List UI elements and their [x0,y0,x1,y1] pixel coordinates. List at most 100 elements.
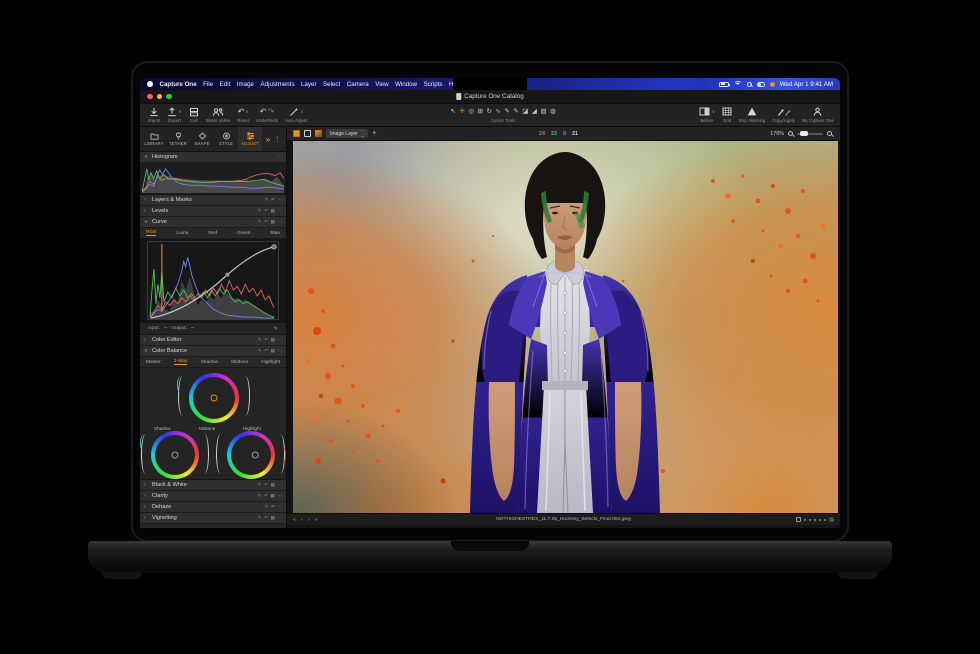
reset-button[interactable]: ↶∨ Reset [237,105,248,125]
edit-icon[interactable]: ✎ [258,482,262,488]
minimize-window-button[interactable] [157,94,163,100]
cb-tab-master[interactable]: Master [146,360,161,365]
add-layer-button[interactable]: + [372,130,376,137]
more-icon[interactable]: ⋯ [277,482,282,488]
curve-tab-blue[interactable]: Blue [270,231,280,236]
panel-header-color-balance[interactable]: ∨ Color Balance ✎ ↶ ▦ ⋯ [140,346,286,357]
reset-adjustment-icon[interactable]: ↶ [271,197,275,203]
last-image-icon[interactable]: » [315,517,318,523]
import-button[interactable]: Import [148,105,160,125]
more-icon[interactable]: ⋯ [277,154,282,160]
curve-graph[interactable] [140,239,286,323]
shadow-saturation-slider[interactable] [141,434,150,474]
edit-icon[interactable]: ✎ [258,348,262,354]
clone-tool[interactable]: ◪ [522,107,528,116]
shadow-color-wheel[interactable] [151,431,199,479]
curve-tab-green[interactable]: Green [237,231,250,236]
curve-tab-luma[interactable]: Luma [176,231,188,236]
more-icon[interactable]: ⋯ [277,348,282,354]
midtone-lightness-slider[interactable] [241,376,250,416]
next-image-icon[interactable]: › [308,517,310,523]
panel-header-clarity[interactable]: › Clarity ✎ ↶ ▦ ⋯ [140,491,286,502]
highlight-color-wheel[interactable] [227,431,275,479]
highlight-lightness-slider[interactable] [276,434,285,474]
rating-dot-1[interactable] [804,519,806,521]
reset-adjustment-icon[interactable]: ↶ [271,504,275,510]
reset-adjustment-icon[interactable]: ↶ [264,515,268,521]
edit-icon[interactable]: ✎ [258,208,262,214]
more-icon[interactable]: ⋯ [277,208,282,214]
battery-icon[interactable] [719,82,729,87]
rating-dot-4[interactable] [819,519,821,521]
menu-view[interactable]: View [375,81,388,88]
heal-tool[interactable]: ✎ [513,107,518,116]
radial-mask-tool[interactable]: ◍ [550,107,556,116]
zoom-slider-handle[interactable] [800,131,808,136]
prev-image-icon[interactable]: ‹ [301,517,303,523]
cb-tab-highlight[interactable]: Highlight [261,360,280,365]
auto-adjust-button[interactable]: ∨ Auto Adjust [285,105,307,125]
more-icon[interactable]: ⋯ [277,219,282,225]
rotate-tool[interactable]: ↻ [486,107,491,116]
curve-picker-icon[interactable]: ✎ [274,326,278,332]
gradient-mask-tool[interactable]: ▨ [540,107,546,116]
menu-select[interactable]: Select [323,81,340,88]
hand-tool[interactable]: ✛ [459,107,464,116]
preset-icon[interactable]: ▦ [271,337,275,343]
first-image-icon[interactable]: « [293,517,296,523]
panel-header-black-white[interactable]: › Black & White ✎ ↶ ▦ ⋯ [140,480,286,491]
edit-icon[interactable]: ✎ [258,515,262,521]
midtone-color-wheel[interactable] [189,373,239,423]
menu-edit[interactable]: Edit [220,81,231,88]
mask-grid-icon[interactable] [293,130,300,137]
edit-icon[interactable]: ✎ [258,337,262,343]
more-icon[interactable]: ⋯ [277,493,282,499]
reset-adjustment-icon[interactable]: ↶ [264,219,268,225]
loupe-tool[interactable]: ◎ [468,107,474,116]
curve-tab-red[interactable]: Red [208,231,217,236]
film-strip-icon[interactable]: ▤ [829,517,834,523]
preset-icon[interactable]: ▦ [271,348,275,354]
tab-style[interactable]: STYLE [214,127,238,151]
panel-header-curve[interactable]: ∨ Curve ✎ ↶ ▦ ⋯ [140,217,286,228]
crop-tool[interactable]: ⊞ [477,107,482,116]
my-capture-one-button[interactable]: My Capture One [802,105,834,125]
layer-square-icon[interactable] [304,130,311,137]
apple-menu-icon[interactable] [147,81,153,87]
preset-icon[interactable]: ▦ [271,208,275,214]
gradient-mask-icon[interactable] [315,130,322,137]
select-tool[interactable]: ↖ [450,107,455,116]
spline-tool[interactable]: ∿ [495,107,500,116]
reset-adjustment-icon[interactable]: ↶ [264,208,268,214]
rating-dot-3[interactable] [814,519,816,521]
menubar-app-name[interactable]: Capture One [160,81,197,88]
menu-window[interactable]: Window [395,81,417,88]
share-online-button[interactable]: Share online [206,105,231,125]
midtone-saturation-slider[interactable] [178,376,187,416]
menu-image[interactable]: Image [237,81,254,88]
draw-mask-tool[interactable]: ✎ [504,107,509,116]
panel-header-color-editor[interactable]: › Color Editor ✎ ↶ ▦ ⋯ [140,335,286,346]
menu-layer[interactable]: Layer [301,81,316,88]
zoom-window-button[interactable] [166,94,172,100]
menubar-clock[interactable]: Wed Apr 1 9:41 AM [780,81,833,88]
preset-icon[interactable]: ▦ [271,219,275,225]
zoom-out-icon[interactable] [788,131,793,136]
cb-tab-shadow[interactable]: Shadow [201,360,218,365]
preset-icon[interactable]: ▦ [271,493,275,499]
more-icon[interactable]: ⋯ [277,515,282,521]
menu-file[interactable]: File [203,81,213,88]
edit-icon[interactable]: ✎ [258,219,262,225]
reset-adjustment-icon[interactable]: ↶ [264,493,268,499]
panel-header-dehaze[interactable]: › Dehaze ✎ ↶ ⋯ [140,502,286,513]
layer-dropdown[interactable]: Image Layer ⌃⌄ [326,129,368,138]
menu-scripts[interactable]: Scripts [424,81,443,88]
tab-shape[interactable]: SHAPE [190,127,214,151]
cb-tab-3way[interactable]: 3-Way [174,359,188,366]
more-icon[interactable]: ⋯ [277,337,282,343]
preset-icon[interactable]: ▦ [271,482,275,488]
rating-dot-2[interactable] [809,519,811,521]
before-button[interactable]: ∨ Before [699,105,715,125]
zoom-in-icon[interactable] [827,131,832,136]
copy-apply-button[interactable]: Copy/Apply [772,105,794,125]
